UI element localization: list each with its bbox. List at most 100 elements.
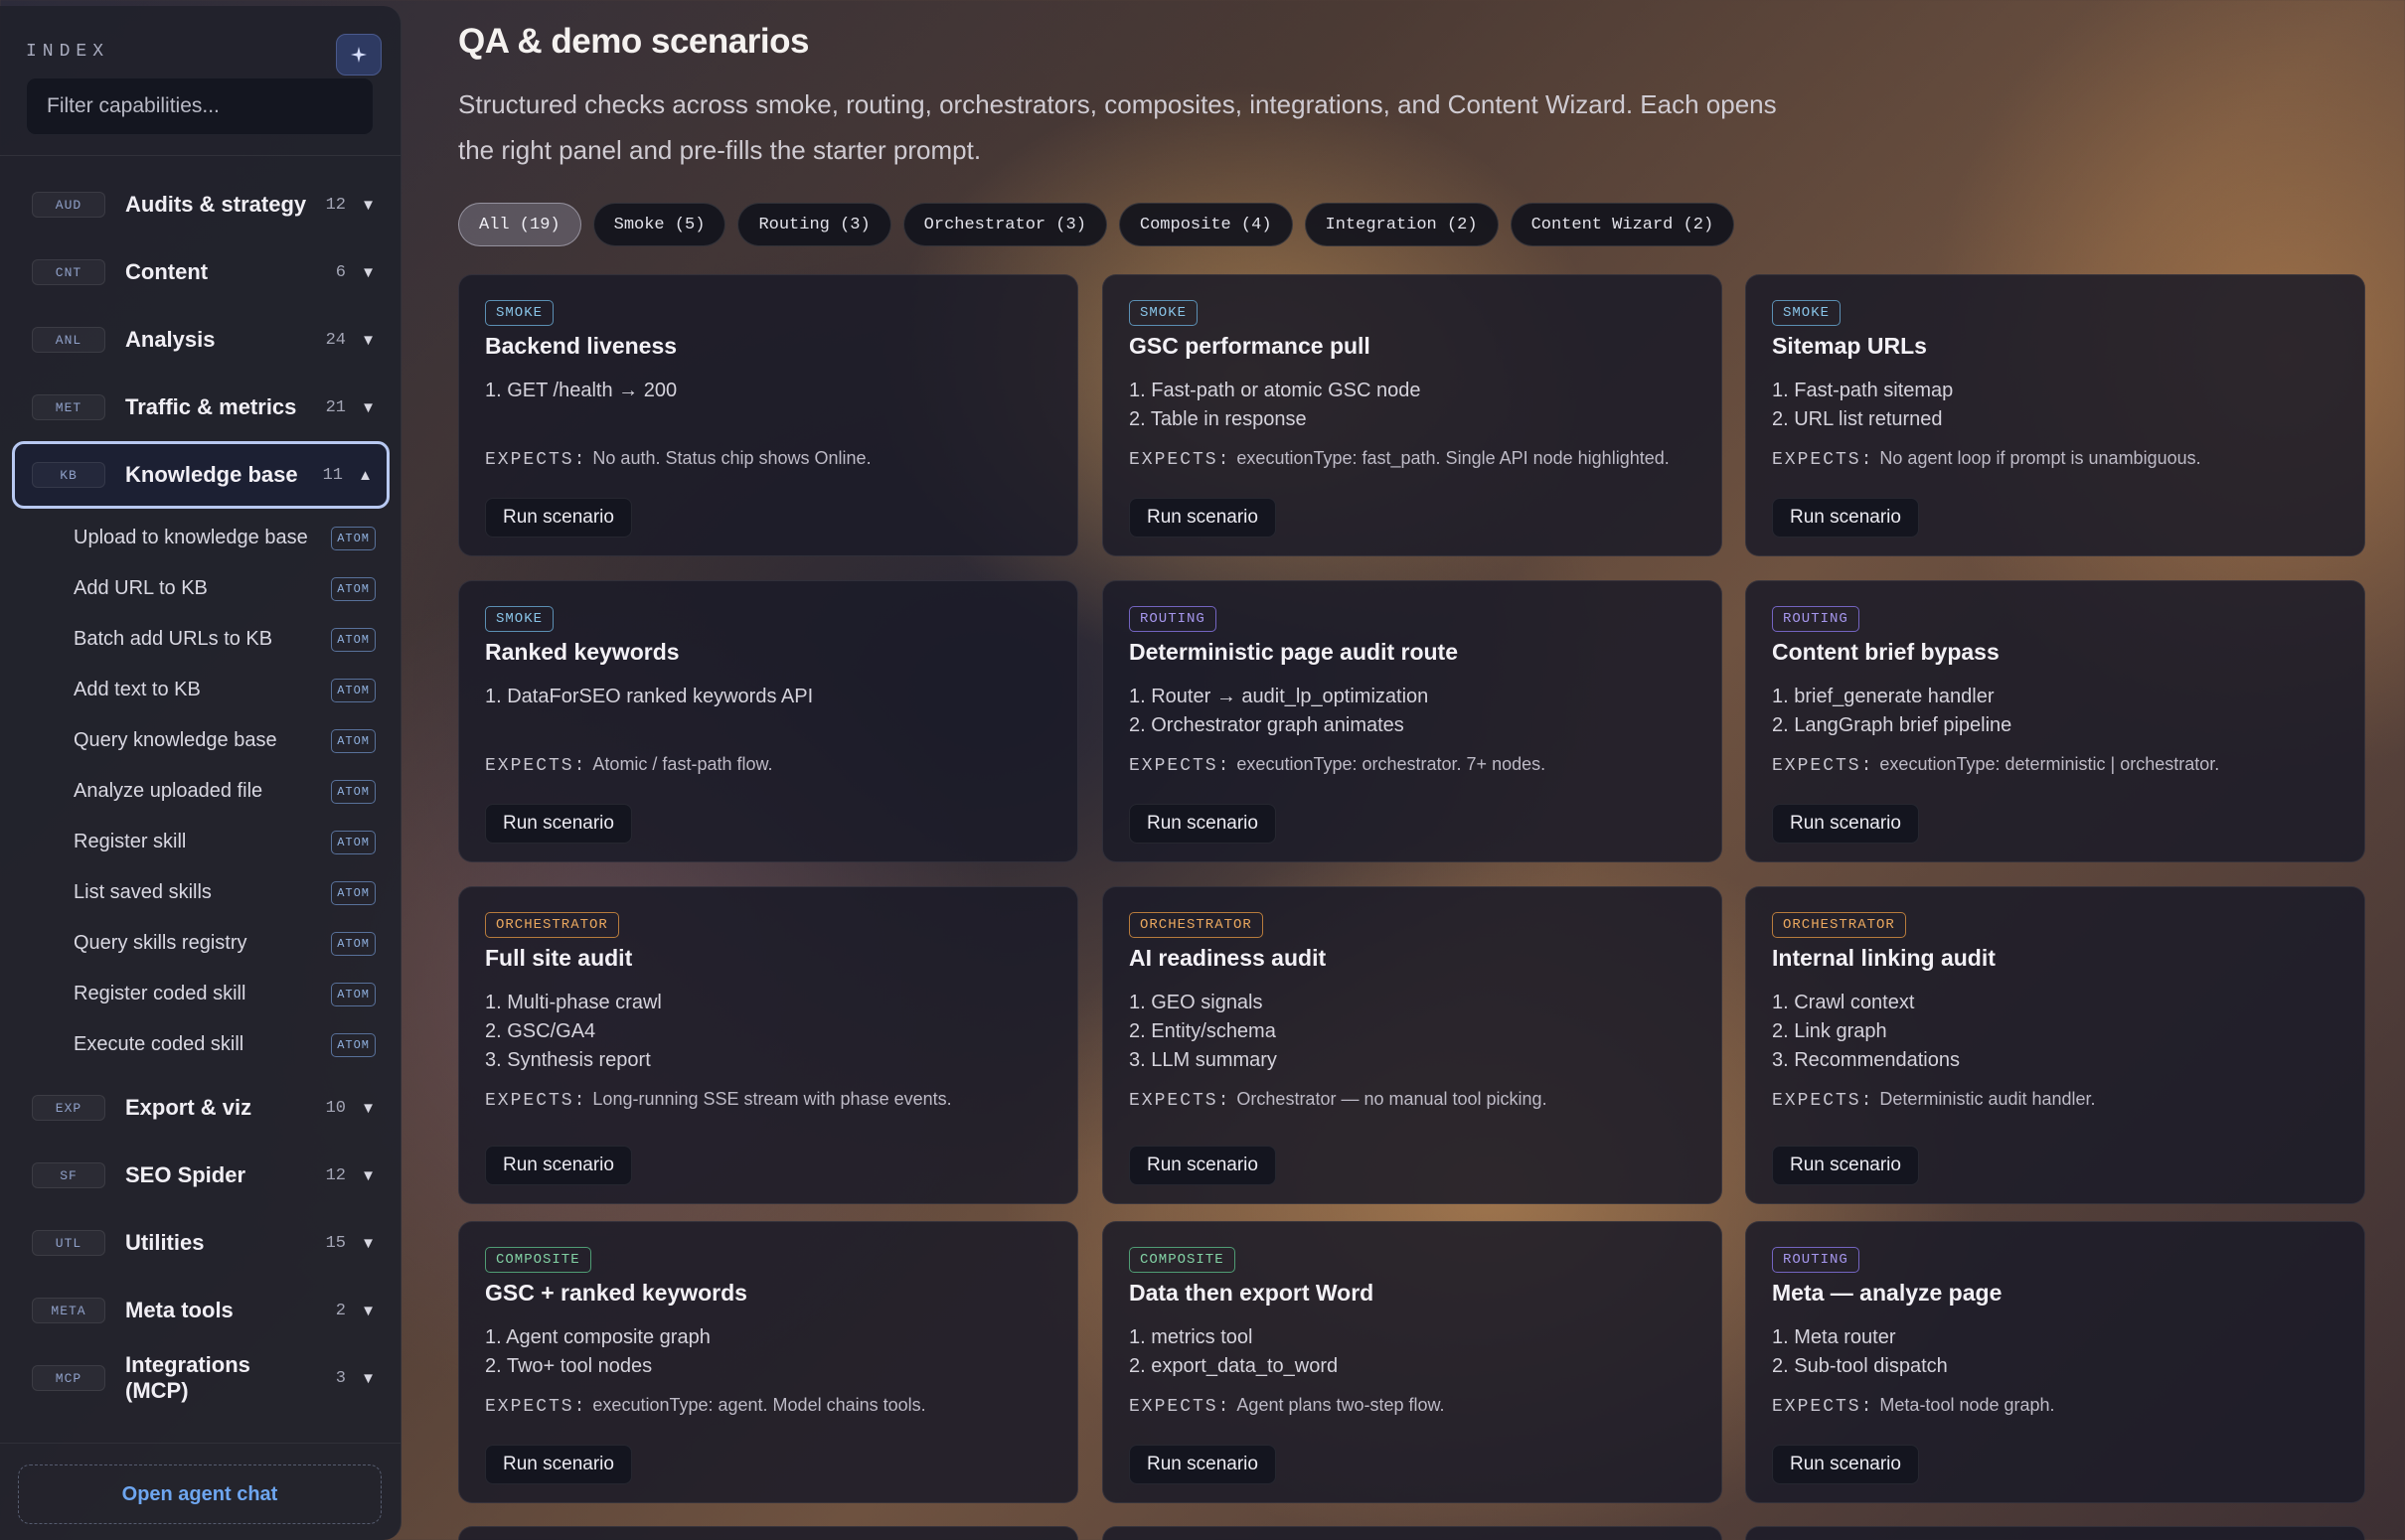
run-scenario-button[interactable]: Run scenario	[485, 804, 632, 844]
category-label: Meta tools	[125, 1298, 234, 1322]
sidebar-subitem[interactable]: Batch add URLs to KB ATOM	[12, 614, 390, 665]
scenario-type-badge: COMPOSITE	[1129, 1247, 1235, 1273]
scenario-type-badge: SMOKE	[1772, 300, 1842, 326]
sidebar-subitem[interactable]: Analyze uploaded file ATOM	[12, 766, 390, 817]
scenario-steps: 1. Agent composite graph 2. Two+ tool nod…	[485, 1323, 711, 1381]
subitem-label: Upload to knowledge base	[74, 527, 308, 548]
sidebar-subitem[interactable]: Add text to KB ATOM	[12, 665, 390, 715]
scenario-step: 2. LangGraph brief pipeline	[1772, 714, 2012, 736]
scenario-steps: 1. GET /health → 200	[485, 377, 677, 405]
sidebar-subitem[interactable]: Execute coded skill ATOM	[12, 1019, 390, 1070]
sparkle-plus-icon[interactable]	[336, 34, 382, 76]
expects-label: EXPECTS:	[1129, 1091, 1231, 1111]
sidebar-category-aud[interactable]: AUD Audits & strategy 12 ▼	[12, 171, 390, 238]
atom-badge: ATOM	[331, 931, 376, 956]
category-count: 10	[325, 1098, 346, 1118]
scenario-card: ORCHESTRATOR Full site audit 1. Multi-phas…	[458, 886, 1078, 1204]
page-title: QA & demo scenarios	[458, 22, 809, 61]
run-scenario-button[interactable]: Run scenario	[485, 1445, 632, 1484]
sidebar-subitem[interactable]: List saved skills ATOM	[12, 867, 390, 918]
scenario-step: 2. Two+ tool nodes	[485, 1355, 653, 1377]
filter-pill[interactable]: All (19)	[458, 203, 581, 246]
scenario-steps: 1. Router → audit_lp_optimization 2. Orch…	[1129, 683, 1428, 740]
sidebar-subitem[interactable]: Query skills registry ATOM	[12, 918, 390, 969]
chevron-down-icon: ▼	[361, 1369, 376, 1387]
scenario-steps: 1. Fast-path sitemap 2. URL list returned	[1772, 377, 1953, 434]
scenario-expects: EXPECTS: No agent loop if prompt is unamb…	[1772, 448, 2201, 470]
chevron-down-icon: ▼	[361, 331, 376, 349]
run-scenario-button[interactable]: Run scenario	[1129, 1146, 1276, 1185]
chevron-down-icon: ▼	[361, 1302, 376, 1319]
category-tag: UTL	[32, 1230, 105, 1256]
category-tag: AUD	[32, 192, 105, 218]
sidebar-category-exp[interactable]: EXP Export & viz 10 ▼	[12, 1074, 390, 1142]
run-scenario-button[interactable]: Run scenario	[1772, 1146, 1919, 1185]
sidebar-header: INDEX	[26, 34, 384, 76]
filter-pill[interactable]: Smoke (5)	[592, 203, 726, 246]
atom-badge: ATOM	[331, 982, 376, 1006]
scenario-title: GSC performance pull	[1129, 333, 1370, 359]
filter-pill[interactable]: Composite (4)	[1118, 203, 1293, 246]
scenario-step: 2. Table in response	[1129, 408, 1307, 430]
scenario-card: ROUTING Meta — analyze page 1. Meta router…	[1745, 1221, 2365, 1503]
scenario-title: AI readiness audit	[1129, 945, 1327, 971]
scenario-step: 1. Multi-phase crawl	[485, 992, 662, 1013]
sidebar-subitem[interactable]: Query knowledge base ATOM	[12, 715, 390, 766]
sidebar-category-anl[interactable]: ANL Analysis 24 ▼	[12, 306, 390, 374]
run-scenario-button[interactable]: Run scenario	[485, 498, 632, 538]
sidebar-subitem[interactable]: Upload to knowledge base ATOM	[12, 513, 390, 563]
category-count: 24	[325, 330, 346, 350]
sidebar-subitem[interactable]: Add URL to KB ATOM	[12, 563, 390, 614]
run-scenario-button[interactable]: Run scenario	[1129, 498, 1276, 538]
index-label: INDEX	[26, 42, 110, 62]
scenario-step: 3. LLM summary	[1129, 1049, 1277, 1071]
expects-text: Deterministic audit handler.	[1879, 1089, 2096, 1109]
expects-label: EXPECTS:	[485, 1091, 587, 1111]
category-tag: META	[32, 1298, 105, 1323]
run-scenario-button[interactable]: Run scenario	[485, 1146, 632, 1185]
scenario-type-badge: COMPOSITE	[485, 1247, 591, 1273]
run-scenario-button[interactable]: Run scenario	[1772, 498, 1919, 538]
run-scenario-button[interactable]: Run scenario	[1129, 804, 1276, 844]
subitem-label: Query knowledge base	[74, 729, 277, 751]
sidebar-category-mcp[interactable]: MCP Integrations (MCP) 3 ▼	[12, 1344, 390, 1412]
subitem-label: List saved skills	[74, 881, 212, 903]
sidebar-divider	[0, 155, 401, 156]
scenario-step: 2. Sub-tool dispatch	[1772, 1355, 1948, 1377]
filter-capabilities-input[interactable]	[26, 77, 374, 135]
category-count: 12	[325, 195, 346, 215]
scenario-card: ORCHESTRATOR AI readiness audit 1. GEO sig…	[1102, 886, 1722, 1204]
filter-pill[interactable]: Routing (3)	[737, 203, 891, 246]
sidebar-subitem[interactable]: Register skill ATOM	[12, 817, 390, 867]
category-label: Knowledge base	[125, 462, 298, 487]
scenario-step: 1. GEO signals	[1129, 992, 1263, 1013]
run-scenario-button[interactable]: Run scenario	[1129, 1445, 1276, 1484]
category-count: 6	[335, 262, 346, 282]
sidebar-category-met[interactable]: MET Traffic & metrics 21 ▼	[12, 374, 390, 441]
category-count: 12	[325, 1165, 346, 1185]
sidebar-category-utl[interactable]: UTL Utilities 15 ▼	[12, 1209, 390, 1277]
scenario-step: 1. GET /health → 200	[485, 380, 678, 401]
scenario-filter-pills: All (19) Smoke (5) Routing (3) Orchestrator…	[458, 203, 1735, 246]
run-scenario-button[interactable]: Run scenario	[1772, 1445, 1919, 1484]
open-agent-chat-button[interactable]: Open agent chat	[18, 1464, 382, 1524]
atom-badge: ATOM	[331, 576, 376, 601]
atom-badge: ATOM	[331, 627, 376, 652]
sidebar-subitem[interactable]: Register coded skill ATOM	[12, 969, 390, 1019]
filter-pill[interactable]: Content Wizard (2)	[1510, 203, 1735, 246]
filter-pill[interactable]: Integration (2)	[1304, 203, 1499, 246]
scenario-steps: 1. Meta router 2. Sub-tool dispatch	[1772, 1323, 1948, 1381]
category-label: SEO Spider	[125, 1162, 246, 1187]
sidebar-category-cnt[interactable]: CNT Content 6 ▼	[12, 238, 390, 306]
sidebar-category-kb[interactable]: KB Knowledge base 11 ▲	[12, 441, 390, 509]
filter-pill[interactable]: Orchestrator (3)	[902, 203, 1107, 246]
scenario-step: 1. DataForSEO ranked keywords API	[485, 686, 814, 707]
sidebar-category-sf[interactable]: SF SEO Spider 12 ▼	[12, 1142, 390, 1209]
scenario-step: 2. GSC/GA4	[485, 1020, 596, 1042]
sidebar-category-meta[interactable]: META Meta tools 2 ▼	[12, 1277, 390, 1344]
run-scenario-button[interactable]: Run scenario	[1772, 804, 1919, 844]
scenario-step: 1. Agent composite graph	[485, 1326, 711, 1348]
scenario-title: Backend liveness	[485, 333, 678, 359]
atom-badge: ATOM	[331, 779, 376, 804]
page-description: Structured checks across smoke, routing,…	[458, 89, 1777, 165]
